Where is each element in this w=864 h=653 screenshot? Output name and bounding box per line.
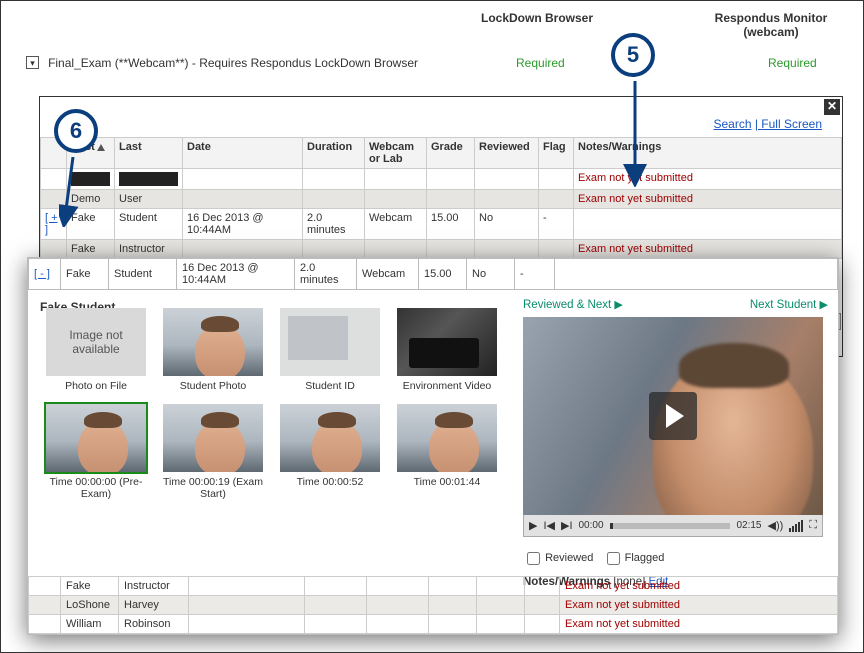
thumbnail-caption: Time 00:00:19 (Exam Start) (157, 476, 269, 500)
thumbnail[interactable]: Time 00:01:44 (391, 404, 503, 488)
remaining-students-table: FakeInstructorExam not yet submittedLoSh… (28, 576, 838, 634)
expanded-student-panel: [ - ] Fake Student 16 Dec 2013 @ 10:44AM… (27, 257, 839, 635)
thumbnail-image (163, 404, 263, 472)
header-monitor: Respondus Monitor (webcam) (691, 11, 851, 39)
search-link[interactable]: Search (713, 117, 751, 131)
thumbnail[interactable]: Time 00:00:00 (Pre-Exam) (40, 404, 152, 500)
play-icon[interactable] (649, 392, 697, 440)
expand-toggle[interactable]: [ + ] (45, 212, 58, 236)
thumbnail[interactable]: Environment Video (391, 308, 503, 392)
sort-asc-icon (97, 144, 105, 151)
thumbnail-image (397, 308, 497, 376)
reviewed-next-link[interactable]: Reviewed & Next ▶ (523, 298, 623, 311)
warning-text: Exam not yet submitted (578, 172, 693, 184)
exp-grade: 15.00 (419, 259, 467, 290)
results-table: First Last Date Duration Webcam or Lab G… (40, 137, 842, 259)
exp-date: 16 Dec 2013 @ 10:44AM (177, 259, 295, 290)
next-icon[interactable]: ▶І (561, 519, 573, 532)
close-icon[interactable]: ✕ (824, 99, 840, 115)
table-row: [ + ]FakeStudent16 Dec 2013 @ 10:44AM2.0… (41, 209, 842, 240)
col-grade[interactable]: Grade (427, 138, 475, 169)
callout-5: 5 (611, 33, 655, 77)
thumbnail-caption: Environment Video (391, 380, 503, 392)
col-flag[interactable]: Flag (539, 138, 574, 169)
exp-last: Student (109, 259, 177, 290)
thumbnail[interactable]: Time 00:00:19 (Exam Start) (157, 404, 269, 500)
progress-bar[interactable] (610, 523, 731, 529)
warning-text: Exam not yet submitted (578, 193, 693, 205)
video-player[interactable] (523, 317, 823, 515)
thumbnail[interactable]: Time 00:00:52 (274, 404, 386, 488)
thumbnail-caption: Time 00:00:00 (Pre-Exam) (40, 476, 152, 500)
video-area: Reviewed & Next ▶ Next Student ▶ ▶ І◀ ▶І… (523, 298, 828, 588)
volume-icon[interactable]: ◀)) (768, 519, 784, 532)
expanded-header-row: [ - ] Fake Student 16 Dec 2013 @ 10:44AM… (28, 258, 838, 290)
warning-text: Exam not yet submitted (578, 243, 693, 255)
dropdown-icon[interactable]: ▾ (26, 56, 39, 69)
fullscreen-icon[interactable]: ⛶ (809, 519, 817, 532)
time-total: 02:15 (736, 520, 761, 531)
thumbnail[interactable]: Image not available Photo on File (40, 308, 152, 392)
time-current: 00:00 (579, 520, 604, 531)
thumbnail-caption: Student ID (274, 380, 386, 392)
thumbnails-grid: Image not available Photo on File Studen… (40, 308, 510, 512)
app-window: LockDown Browser Respondus Monitor (webc… (0, 0, 864, 653)
thumbnail[interactable]: Student ID (274, 308, 386, 392)
col-notes[interactable]: Notes/Warnings (574, 138, 842, 169)
col-last[interactable]: Last (115, 138, 183, 169)
thumbnail-image: Image not available (46, 308, 146, 376)
fullscreen-link[interactable]: Full Screen (761, 117, 822, 131)
callout-6: 6 (54, 109, 98, 153)
thumbnail-caption: Photo on File (40, 380, 152, 392)
thumbnail-caption: Time 00:00:52 (274, 476, 386, 488)
redacted-name (119, 172, 178, 186)
thumbnail-image (280, 308, 380, 376)
thumbnail-image (163, 308, 263, 376)
exp-reviewed: No (467, 259, 515, 290)
panel-links: Search | Full Screen (713, 117, 822, 131)
collapse-toggle[interactable]: [ - ] (34, 268, 50, 280)
thumbnail[interactable]: Student Photo (157, 308, 269, 392)
exp-first: Fake (61, 259, 109, 290)
col-duration[interactable]: Duration (303, 138, 365, 169)
exam-title: Final_Exam (**Webcam**) - Requires Respo… (48, 56, 428, 70)
col-reviewed[interactable]: Reviewed (475, 138, 539, 169)
warning-text: Exam not yet submitted (565, 618, 680, 630)
next-student-link[interactable]: Next Student ▶ (750, 298, 828, 311)
exp-flag: - (515, 259, 555, 290)
thumbnail-image (46, 404, 146, 472)
flagged-checkbox[interactable]: Flagged (603, 552, 665, 564)
video-controls: ▶ І◀ ▶І 00:00 02:15 ◀)) ⛶ (523, 515, 823, 537)
warning-text: Exam not yet submitted (565, 580, 680, 592)
thumbnail-image (280, 404, 380, 472)
redacted-name (71, 172, 110, 186)
header-ldb: LockDown Browser (481, 11, 593, 25)
reviewed-checkbox[interactable]: Reviewed (523, 552, 593, 564)
table-row: LoShoneHarveyExam not yet submitted (29, 596, 838, 615)
exam-row: ▾ Final_Exam (**Webcam**) - Requires Res… (26, 56, 853, 70)
table-row: FakeInstructorExam not yet submitted (29, 577, 838, 596)
prev-icon[interactable]: І◀ (543, 519, 555, 532)
thumbnail-caption: Time 00:01:44 (391, 476, 503, 488)
table-row: WilliamRobinsonExam not yet submitted (29, 615, 838, 634)
col-webcam[interactable]: Webcam or Lab (365, 138, 427, 169)
warning-text: Exam not yet submitted (565, 599, 680, 611)
table-row: FakeInstructorExam not yet submitted (41, 240, 842, 259)
thumbnail-caption: Student Photo (157, 380, 269, 392)
monitor-status: Required (768, 56, 817, 70)
play-button-icon[interactable]: ▶ (529, 519, 537, 532)
volume-bars[interactable] (789, 520, 803, 532)
thumbnail-image (397, 404, 497, 472)
review-flags: Reviewed Flagged (523, 549, 828, 568)
table-row: Exam not yet submitted (41, 169, 842, 190)
exp-duration: 2.0 minutes (295, 259, 357, 290)
col-date[interactable]: Date (183, 138, 303, 169)
table-header-row: First Last Date Duration Webcam or Lab G… (41, 138, 842, 169)
table-row: DemoUserExam not yet submitted (41, 190, 842, 209)
ldb-status: Required (516, 56, 565, 70)
exp-webcam: Webcam (357, 259, 419, 290)
